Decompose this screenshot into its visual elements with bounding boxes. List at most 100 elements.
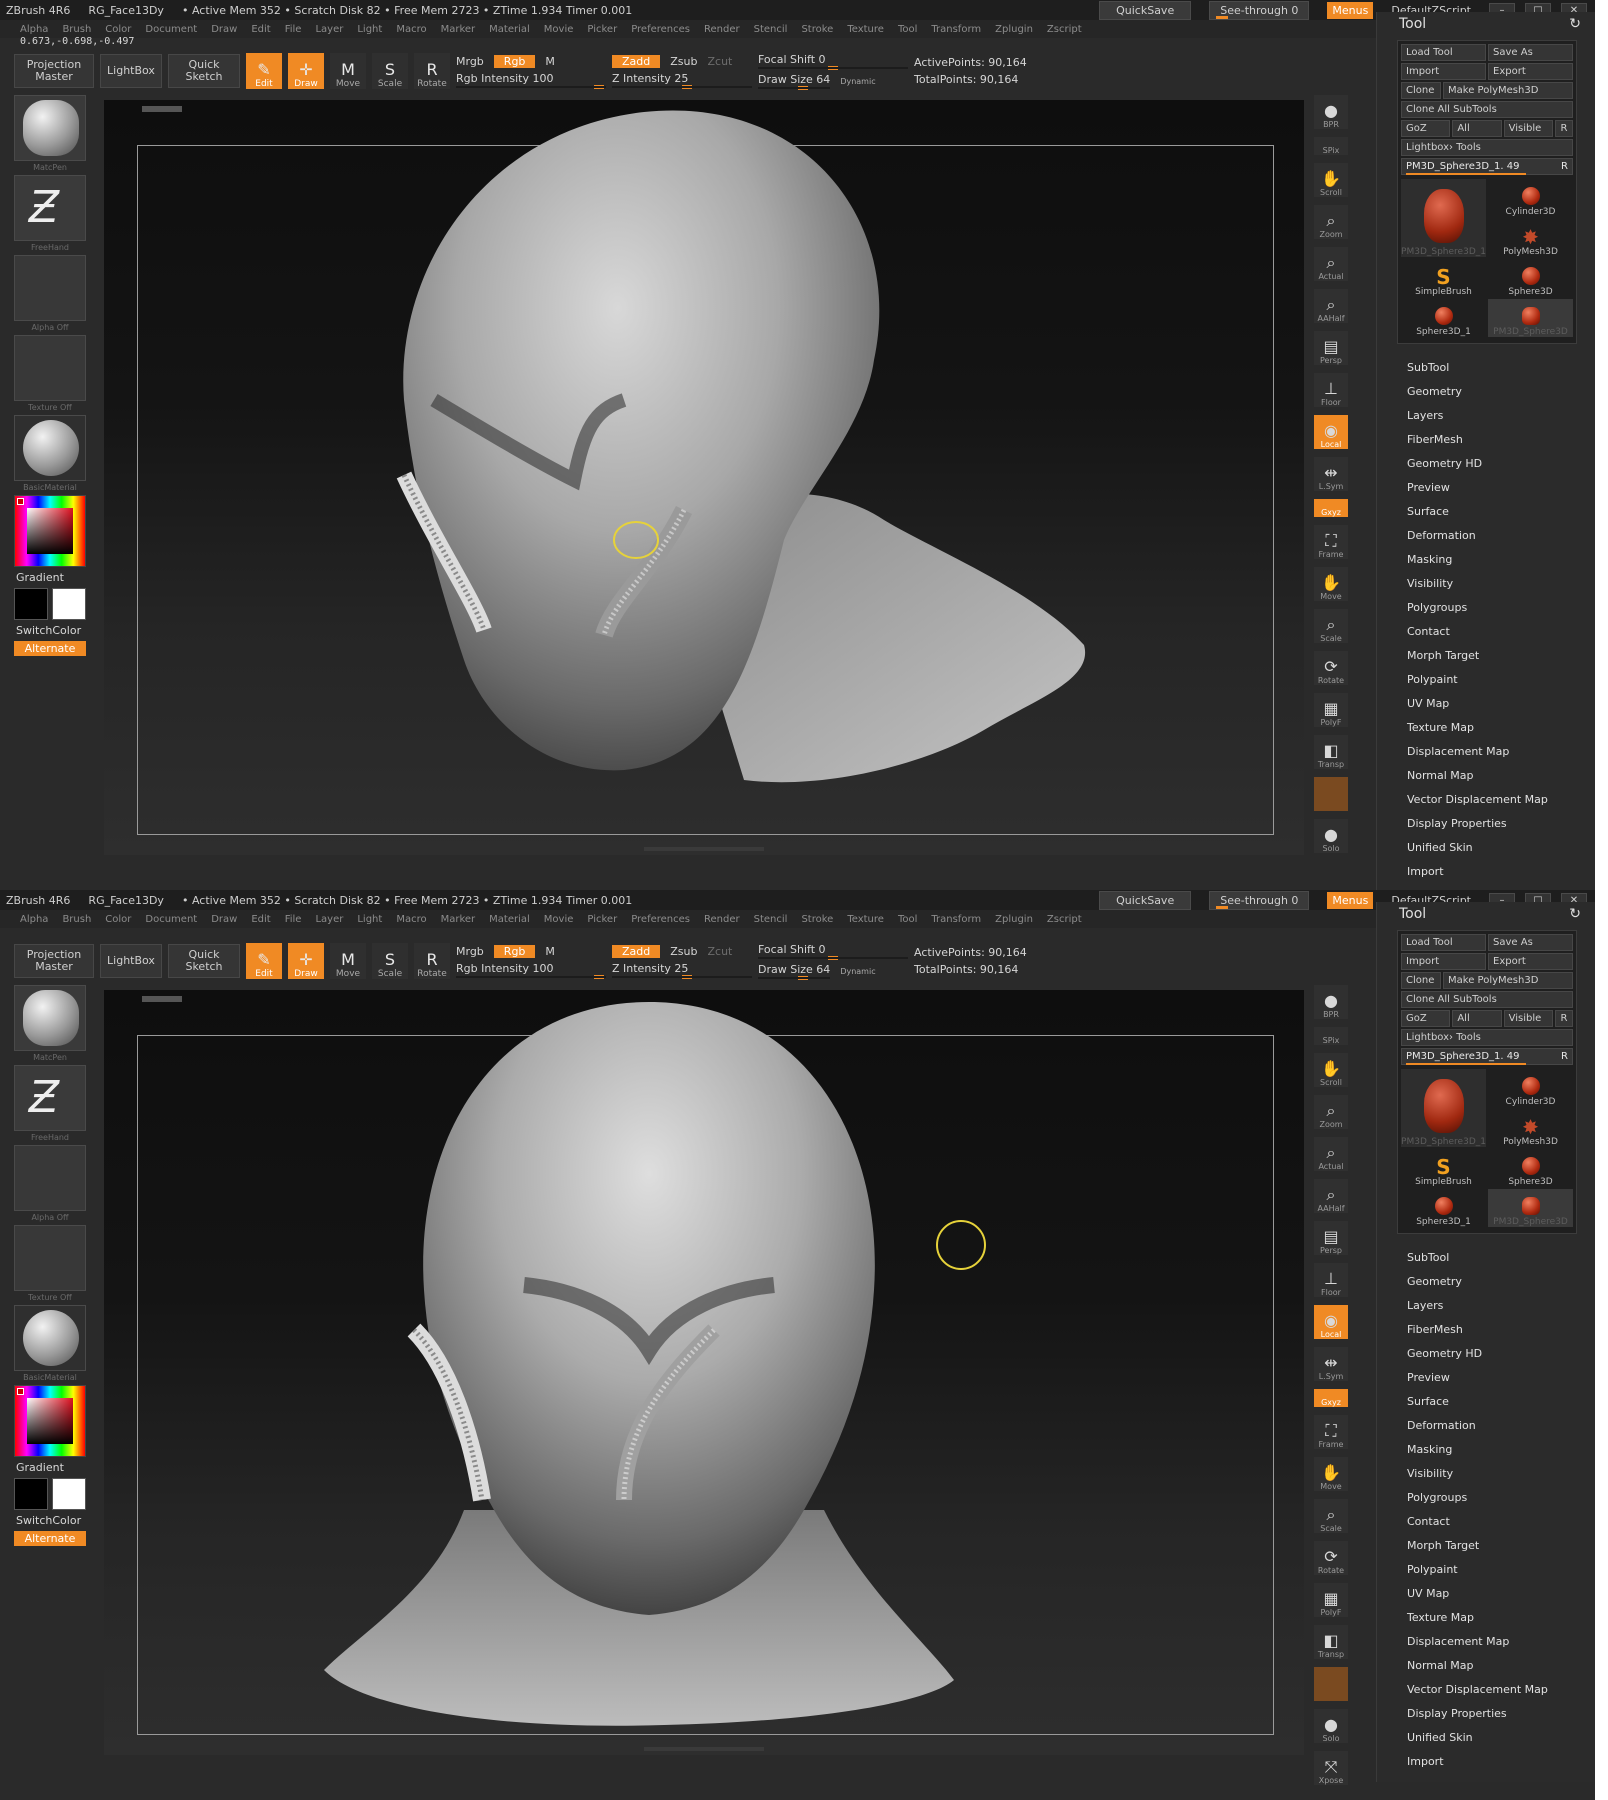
m-button[interactable]: M	[545, 945, 555, 958]
tool-thumb-sphere[interactable]: Sphere3D	[1488, 1149, 1573, 1187]
switchcolor-button[interactable]: SwitchColor	[16, 1514, 94, 1527]
canvas-bottom-handle[interactable]	[644, 847, 764, 851]
zsub-button[interactable]: Zsub	[670, 945, 697, 958]
rotate-button[interactable]: R Rotate	[414, 53, 450, 89]
draw-button[interactable]: ✛ Draw	[288, 943, 324, 979]
z-intensity-slider[interactable]: Z Intensity 25	[612, 72, 752, 89]
section-visibility[interactable]: Visibility	[1407, 1462, 1595, 1486]
section-subtool[interactable]: SubTool	[1407, 1246, 1595, 1270]
projection-master-button[interactable]: Projection Master	[14, 54, 94, 88]
goz-visible-button[interactable]: Visible	[1503, 1010, 1553, 1027]
menu-transform[interactable]: Transform	[931, 914, 981, 925]
section-visibility[interactable]: Visibility	[1407, 572, 1595, 596]
section-preview[interactable]: Preview	[1407, 476, 1595, 500]
section-import[interactable]: Import	[1407, 1750, 1595, 1774]
refresh-icon[interactable]: ↻	[1569, 16, 1581, 32]
scale-button[interactable]: S Scale	[372, 943, 408, 979]
section-morph-target[interactable]: Morph Target	[1407, 1534, 1595, 1558]
tool-thumb-sphere[interactable]: Sphere3D	[1488, 259, 1573, 297]
menu-alpha[interactable]: Alpha	[20, 914, 48, 925]
section-unified-skin[interactable]: Unified Skin	[1407, 836, 1595, 860]
clone-all-subtools-button[interactable]: Clone All SubTools	[1401, 101, 1573, 118]
xpose-button[interactable]: ⤧ Xpose	[1314, 1751, 1348, 1785]
color-picker[interactable]	[14, 495, 86, 567]
menu-movie[interactable]: Movie	[544, 914, 574, 925]
material-thumb[interactable]: BasicMaterial	[14, 415, 86, 492]
section-fibermesh[interactable]: FiberMesh	[1407, 428, 1595, 452]
section-polypaint[interactable]: Polypaint	[1407, 1558, 1595, 1582]
draw-size-slider[interactable]: Draw Size 64	[758, 963, 831, 980]
lsym-button[interactable]: ⇹ L.Sym	[1314, 457, 1348, 491]
m-button[interactable]: M	[545, 55, 555, 68]
polyf-button[interactable]: ▦ PolyF	[1314, 1583, 1348, 1617]
section-geometry[interactable]: Geometry	[1407, 380, 1595, 404]
import-button[interactable]: Import	[1401, 63, 1486, 80]
quick-sketch-button[interactable]: Quick Sketch	[168, 54, 240, 88]
bpr-button[interactable]: ● BPR	[1314, 95, 1348, 129]
quick-sketch-button[interactable]: Quick Sketch	[168, 944, 240, 978]
mrgb-button[interactable]: Mrgb	[456, 55, 484, 68]
section-texture-map[interactable]: Texture Map	[1407, 1606, 1595, 1630]
aahalf-button[interactable]: ⌕ AAHalf	[1314, 1179, 1348, 1213]
menus-toggle[interactable]: Menus	[1327, 1, 1374, 19]
section-surface[interactable]: Surface	[1407, 1390, 1595, 1414]
menu-layer[interactable]: Layer	[315, 24, 343, 35]
tool-thumb-cylinder[interactable]: Cylinder3D	[1488, 179, 1573, 217]
tool-thumb-pm3d[interactable]: PM3D_Sphere3D	[1488, 1189, 1573, 1227]
section-contact[interactable]: Contact	[1407, 1510, 1595, 1534]
goz-r-button[interactable]: R	[1554, 1010, 1573, 1027]
color-field[interactable]	[27, 508, 73, 554]
menu-stroke[interactable]: Stroke	[801, 24, 833, 35]
canvas-bottom-handle[interactable]	[644, 1747, 764, 1751]
save-as-button[interactable]: Save As	[1488, 44, 1573, 61]
gradient-label[interactable]: Gradient	[16, 1461, 94, 1474]
gxyz-button[interactable]: Gxyz	[1314, 1389, 1348, 1407]
section-fibermesh[interactable]: FiberMesh	[1407, 1318, 1595, 1342]
section-geometry[interactable]: Geometry	[1407, 1270, 1595, 1294]
menu-macro[interactable]: Macro	[396, 24, 426, 35]
zadd-button[interactable]: Zadd	[612, 54, 661, 68]
menu-brush[interactable]: Brush	[62, 914, 91, 925]
texture-thumb[interactable]: Texture Off	[14, 1225, 86, 1302]
menu-preferences[interactable]: Preferences	[631, 24, 690, 35]
actual-button[interactable]: ⌕ Actual	[1314, 1137, 1348, 1171]
floor-button[interactable]: ⊥ Floor	[1314, 1263, 1348, 1297]
stroke-thumb[interactable]: Ƶ FreeHand	[14, 1065, 86, 1142]
menu-material[interactable]: Material	[489, 24, 530, 35]
section-texture-map[interactable]: Texture Map	[1407, 716, 1595, 740]
rotate-view-button[interactable]: ⟳ Rotate	[1314, 651, 1348, 685]
scroll-button[interactable]: ✋ Scroll	[1314, 1053, 1348, 1087]
floor-button[interactable]: ⊥ Floor	[1314, 373, 1348, 407]
alternate-button[interactable]: Alternate	[14, 1531, 86, 1546]
section-vector-displacement-map[interactable]: Vector Displacement Map	[1407, 1678, 1595, 1702]
clone-button[interactable]: Clone	[1401, 82, 1441, 99]
color-picker[interactable]	[14, 1385, 86, 1457]
rotate-view-button[interactable]: ⟳ Rotate	[1314, 1541, 1348, 1575]
menu-layer[interactable]: Layer	[315, 914, 343, 925]
primary-color-swatch[interactable]	[14, 1478, 48, 1510]
section-import[interactable]: Import	[1407, 860, 1595, 884]
menu-stroke[interactable]: Stroke	[801, 914, 833, 925]
menu-zscript[interactable]: Zscript	[1047, 24, 1082, 35]
zsub-button[interactable]: Zsub	[670, 55, 697, 68]
primary-color-swatch[interactable]	[14, 588, 48, 620]
menu-tool[interactable]: Tool	[898, 914, 917, 925]
draw-size-slider[interactable]: Draw Size 64	[758, 73, 831, 90]
menu-brush[interactable]: Brush	[62, 24, 91, 35]
viewport-canvas[interactable]	[104, 990, 1304, 1755]
brush-thumb[interactable]: MatcPen	[14, 985, 86, 1062]
menu-draw[interactable]: Draw	[211, 24, 237, 35]
zoom-button[interactable]: ⌕ Zoom	[1314, 205, 1348, 239]
move-view-button[interactable]: ✋ Move	[1314, 1457, 1348, 1491]
quicksave-button[interactable]: QuickSave	[1099, 890, 1192, 910]
lightbox-tools-button[interactable]: Lightbox› Tools	[1401, 1029, 1573, 1046]
menu-transform[interactable]: Transform	[931, 24, 981, 35]
tool-thumb-pm3d[interactable]: PM3D_Sphere3D	[1488, 299, 1573, 337]
section-layers[interactable]: Layers	[1407, 1294, 1595, 1318]
local-button[interactable]: ◉ Local	[1314, 415, 1348, 449]
section-uv-map[interactable]: UV Map	[1407, 692, 1595, 716]
menu-color[interactable]: Color	[105, 24, 131, 35]
scroll-button[interactable]: ✋ Scroll	[1314, 163, 1348, 197]
brush-thumb[interactable]: MatcPen	[14, 95, 86, 172]
color-field[interactable]	[27, 1398, 73, 1444]
